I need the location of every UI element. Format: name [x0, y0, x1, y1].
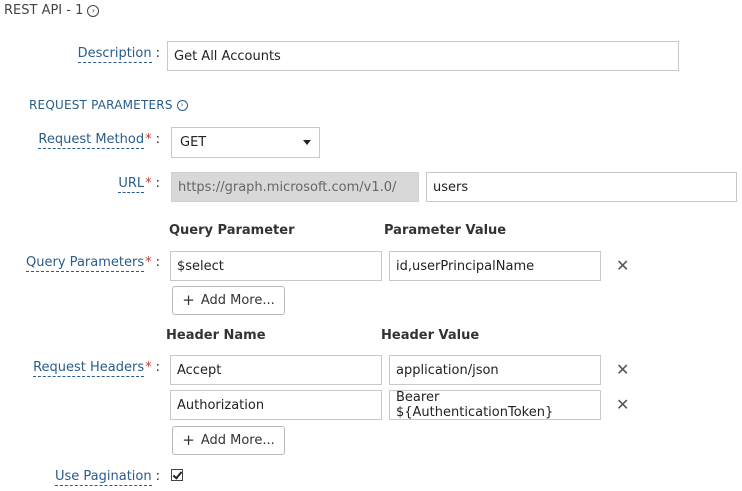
close-icon[interactable]: ✕ — [616, 362, 629, 378]
description-label: Description: — [77, 46, 160, 63]
query-parameter-value-input[interactable]: id,userPrincipalName — [389, 251, 601, 281]
section-title-request-parameters: REQUEST PARAMETERS › — [29, 98, 188, 112]
request-headers-label: Request Headers*: — [33, 360, 160, 377]
header-name-column-header: Header Name — [166, 328, 266, 343]
close-icon[interactable]: ✕ — [616, 258, 629, 274]
url-path-input[interactable]: users — [426, 172, 737, 202]
plus-icon: + — [182, 431, 195, 449]
url-base-field: https://graph.microsoft.com/v1.0/ — [171, 172, 419, 202]
header-value-input[interactable]: Bearer ${AuthenticationToken} — [389, 390, 601, 420]
page-title: REST API - 1 — [4, 3, 84, 18]
plus-icon: + — [182, 291, 195, 309]
header-value-column-header: Header Value — [381, 328, 480, 343]
page-header: REST API - 1 › — [4, 3, 100, 18]
description-input[interactable]: Get All Accounts — [167, 41, 679, 71]
chevron-down-icon — [303, 140, 311, 145]
query-parameter-name-input[interactable]: $select — [170, 251, 382, 281]
close-icon[interactable]: ✕ — [616, 397, 629, 413]
parameter-value-column-header: Parameter Value — [384, 223, 507, 238]
url-label: URL*: — [118, 176, 160, 193]
add-query-parameter-button[interactable]: + Add More... — [172, 286, 285, 315]
request-method-label: Request Method*: — [38, 132, 160, 149]
header-name-input[interactable]: Accept — [170, 355, 382, 385]
header-name-input[interactable]: Authorization — [170, 390, 382, 420]
add-header-button[interactable]: + Add More... — [172, 426, 285, 455]
circle-arrow-icon[interactable]: › — [176, 99, 188, 111]
use-pagination-label: Use Pagination: — [54, 469, 160, 486]
request-method-select[interactable]: GET — [171, 127, 320, 158]
circle-arrow-icon[interactable]: › — [87, 4, 100, 17]
query-parameters-label: Query Parameters*: — [26, 255, 160, 272]
query-parameter-column-header: Query Parameter — [169, 223, 295, 238]
header-value-input[interactable]: application/json — [389, 355, 601, 385]
use-pagination-checkbox[interactable] — [171, 469, 183, 481]
